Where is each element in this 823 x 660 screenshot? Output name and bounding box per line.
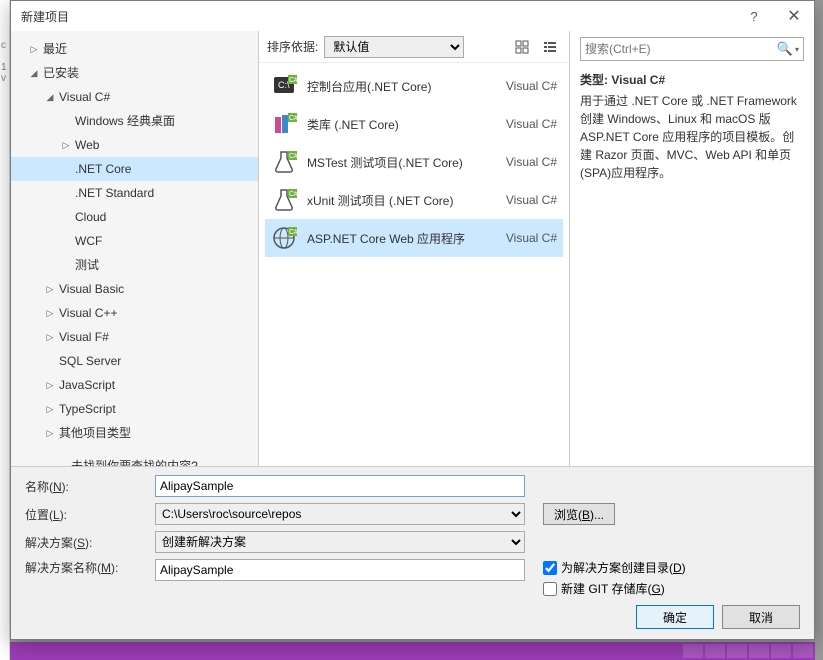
svg-text:C#: C# xyxy=(289,229,298,236)
template-mstest[interactable]: C# MSTest 测试项目(.NET Core) Visual C# xyxy=(265,143,563,181)
flask-icon: C# xyxy=(271,186,299,214)
sidebar-cloud[interactable]: ▷Cloud xyxy=(11,205,258,229)
sort-label: 排序依据: xyxy=(267,38,318,55)
library-icon: C# xyxy=(271,110,299,138)
dialog-title: 新建项目 xyxy=(21,8,734,25)
sidebar-netstd[interactable]: ▷.NET Standard xyxy=(11,181,258,205)
view-list-button[interactable] xyxy=(539,36,561,58)
template-console-app[interactable]: C:\C# 控制台应用(.NET Core) Visual C# xyxy=(265,67,563,105)
sidebar-installed[interactable]: ◢已安装 xyxy=(11,61,258,85)
template-xunit[interactable]: C# xUnit 测试项目 (.NET Core) Visual C# xyxy=(265,181,563,219)
sidebar-vb[interactable]: ▷Visual Basic xyxy=(11,277,258,301)
template-class-library[interactable]: C# 类库 (.NET Core) Visual C# xyxy=(265,105,563,143)
location-select[interactable]: C:\Users\roc\source\repos xyxy=(155,503,525,525)
sidebar-web[interactable]: ▷Web xyxy=(11,133,258,157)
template-description: 用于通过 .NET Core 或 .NET Framework 创建 Windo… xyxy=(580,92,804,182)
category-sidebar: ▷最近 ◢已安装 ◢Visual C# ▷Windows 经典桌面 ▷Web ▷… xyxy=(11,31,259,466)
name-label: 名称(N): xyxy=(25,478,155,495)
type-label: 类型: Visual C# xyxy=(580,71,804,88)
form-panel: 名称(N): 位置(L): C:\Users\roc\source\repos … xyxy=(11,466,814,639)
view-grid-button[interactable] xyxy=(511,36,533,58)
svg-text:C#: C# xyxy=(289,77,298,84)
git-repo-checkbox[interactable]: 新建 GIT 存储库(G) xyxy=(543,580,686,597)
create-directory-checkbox[interactable]: 为解决方案创建目录(D) xyxy=(543,559,686,576)
sidebar-winclassic[interactable]: ▷Windows 经典桌面 xyxy=(11,109,258,133)
sidebar-vfsharp[interactable]: ▷Visual F# xyxy=(11,325,258,349)
name-input[interactable] xyxy=(155,475,525,497)
location-label: 位置(L): xyxy=(25,506,155,523)
console-icon: C:\C# xyxy=(271,72,299,100)
new-project-dialog: 新建项目 ? ✕ ▷最近 ◢已安装 ◢Visual C# ▷Windows 经典… xyxy=(10,0,815,640)
sidebar-js[interactable]: ▷JavaScript xyxy=(11,373,258,397)
search-box[interactable]: 🔍 ▾ xyxy=(580,37,804,61)
chevron-down-icon[interactable]: ▾ xyxy=(795,45,799,54)
flask-icon: C# xyxy=(271,148,299,176)
globe-icon: C# xyxy=(271,224,299,252)
ok-button[interactable]: 确定 xyxy=(636,605,714,629)
solution-name-input[interactable] xyxy=(155,559,525,581)
browse-button[interactable]: 浏览(B)... xyxy=(543,503,615,525)
template-panel: 排序依据: 默认值 C:\C# 控制台应用(.NET Core) Visual … xyxy=(259,31,570,466)
solution-select[interactable]: 创建新解决方案 xyxy=(155,531,525,553)
list-icon xyxy=(543,40,557,54)
help-button[interactable]: ? xyxy=(734,1,774,31)
sidebar-footer-text: 未找到你要查找的内容? xyxy=(19,457,250,466)
sidebar-wcf[interactable]: ▷WCF xyxy=(11,229,258,253)
sidebar-netcore[interactable]: ▷.NET Core xyxy=(11,157,258,181)
titlebar: 新建项目 ? ✕ xyxy=(11,1,814,31)
sidebar-vcsharp[interactable]: ◢Visual C# xyxy=(11,85,258,109)
sidebar-other[interactable]: ▷其他项目类型 xyxy=(11,421,258,445)
solution-label: 解决方案(S): xyxy=(25,534,155,551)
solution-name-label: 解决方案名称(M): xyxy=(25,559,155,576)
cancel-button[interactable]: 取消 xyxy=(722,605,800,629)
search-input[interactable] xyxy=(585,39,777,59)
sidebar-test[interactable]: ▷测试 xyxy=(11,253,258,277)
sidebar-vcpp[interactable]: ▷Visual C++ xyxy=(11,301,258,325)
sidebar-recent[interactable]: ▷最近 xyxy=(11,37,258,61)
search-icon: 🔍 xyxy=(777,41,793,57)
template-aspnet-core[interactable]: C# ASP.NET Core Web 应用程序 Visual C# xyxy=(265,219,563,257)
svg-text:C#: C# xyxy=(289,153,298,160)
svg-text:C#: C# xyxy=(289,191,298,198)
sort-select[interactable]: 默认值 xyxy=(324,36,464,58)
svg-text:C#: C# xyxy=(289,115,298,122)
sidebar-sqlserver[interactable]: ▷SQL Server xyxy=(11,349,258,373)
sidebar-ts[interactable]: ▷TypeScript xyxy=(11,397,258,421)
close-button[interactable]: ✕ xyxy=(774,1,814,31)
description-panel: 🔍 ▾ 类型: Visual C# 用于通过 .NET Core 或 .NET … xyxy=(570,31,814,466)
grid-icon xyxy=(515,40,529,54)
